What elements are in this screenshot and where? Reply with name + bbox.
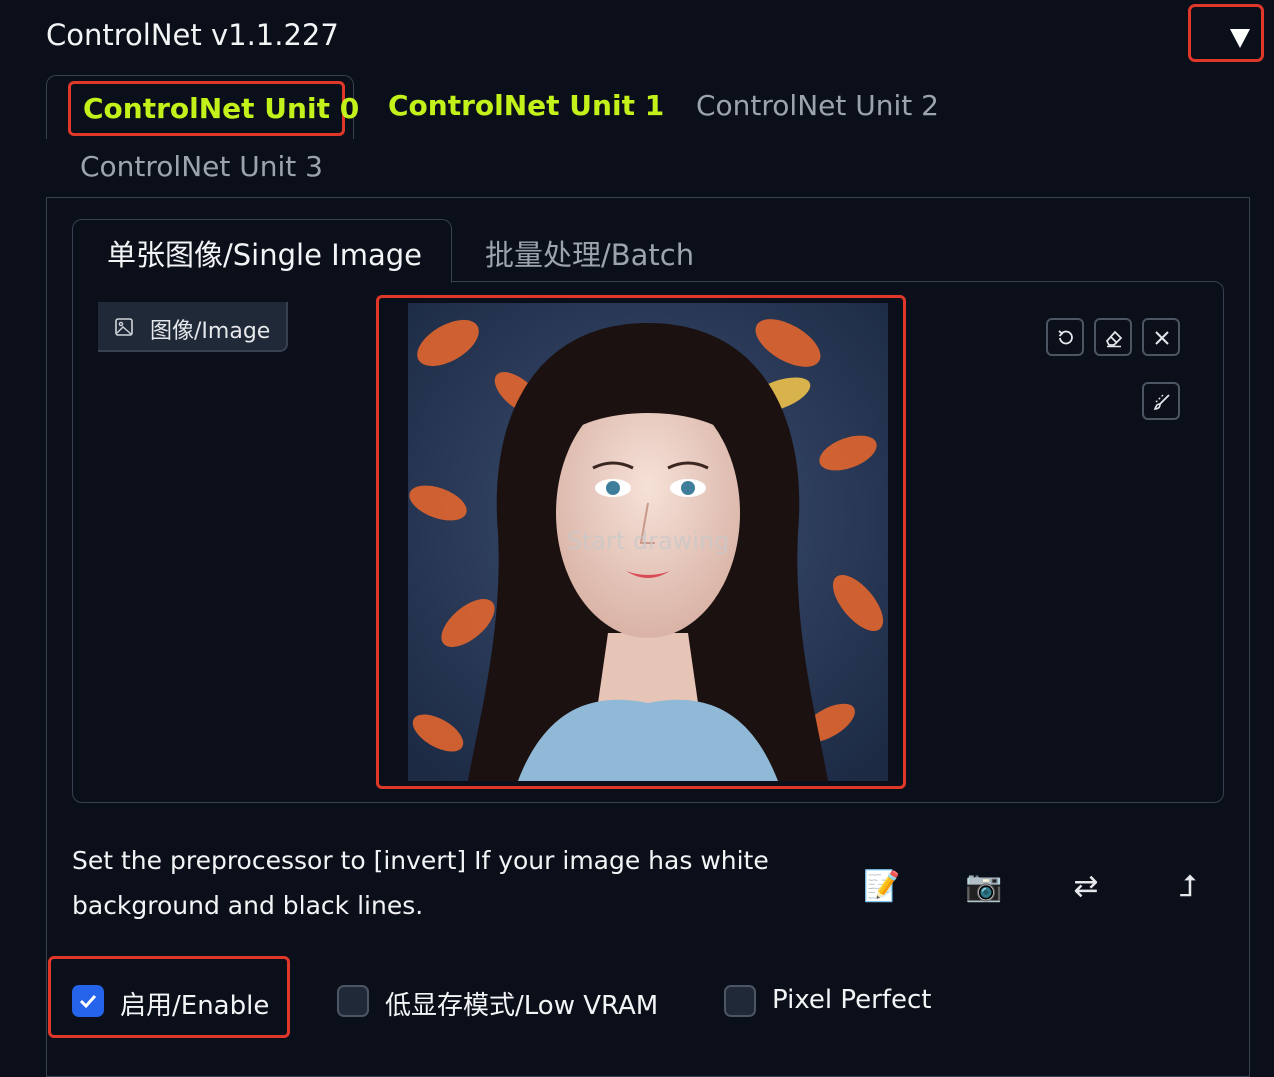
eraser-button[interactable] [1094, 318, 1132, 356]
image-label-text: 图像/Image [150, 319, 271, 344]
tab-single-image[interactable]: 单张图像/Single Image [72, 219, 452, 283]
tab-batch[interactable]: 批量处理/Batch [485, 232, 694, 274]
tab-controlnet-unit-2[interactable]: ControlNet Unit 2 [696, 89, 939, 122]
app-title: ControlNet v1.1.227 [46, 18, 339, 52]
tab-label: 单张图像/Single Image [107, 238, 422, 272]
send-dimensions-icon[interactable]: ⮥ [1168, 867, 1208, 907]
pixel-perfect-checkbox[interactable] [724, 985, 756, 1017]
camera-icon[interactable]: 📷 [964, 867, 1004, 907]
close-icon [1155, 331, 1169, 345]
swap-icon[interactable]: ⇄ [1066, 867, 1106, 907]
image-icon [115, 318, 133, 336]
tab-controlnet-unit-0[interactable]: ControlNet Unit 0 [68, 81, 359, 136]
collapse-button[interactable] [1188, 4, 1264, 62]
undo-button[interactable] [1046, 318, 1084, 356]
eraser-icon [1105, 330, 1123, 348]
brush-button[interactable] [1142, 382, 1180, 420]
image-highlight [376, 295, 906, 789]
low-vram-label[interactable]: 低显存模式/Low VRAM [385, 985, 658, 1022]
low-vram-checkbox[interactable] [337, 985, 369, 1017]
pixel-perfect-label[interactable]: Pixel Perfect [772, 985, 931, 1015]
tab-label: ControlNet Unit 0 [83, 92, 360, 125]
edit-icon[interactable]: 📝 [862, 867, 902, 907]
clear-button[interactable] [1142, 318, 1180, 356]
preprocessor-hint: Set the preprocessor to [invert] If your… [72, 846, 769, 920]
undo-icon [1058, 330, 1073, 345]
enable-label[interactable]: 启用/Enable [120, 985, 269, 1022]
enable-checkbox[interactable] [72, 985, 104, 1017]
image-block-label: 图像/Image [98, 302, 288, 352]
checkmark-icon [79, 994, 97, 1009]
tab-controlnet-unit-1[interactable]: ControlNet Unit 1 [388, 89, 664, 122]
triangle-down-icon [1230, 29, 1250, 48]
tab-controlnet-unit-3[interactable]: ControlNet Unit 3 [80, 150, 323, 183]
brush-icon [1153, 394, 1170, 411]
